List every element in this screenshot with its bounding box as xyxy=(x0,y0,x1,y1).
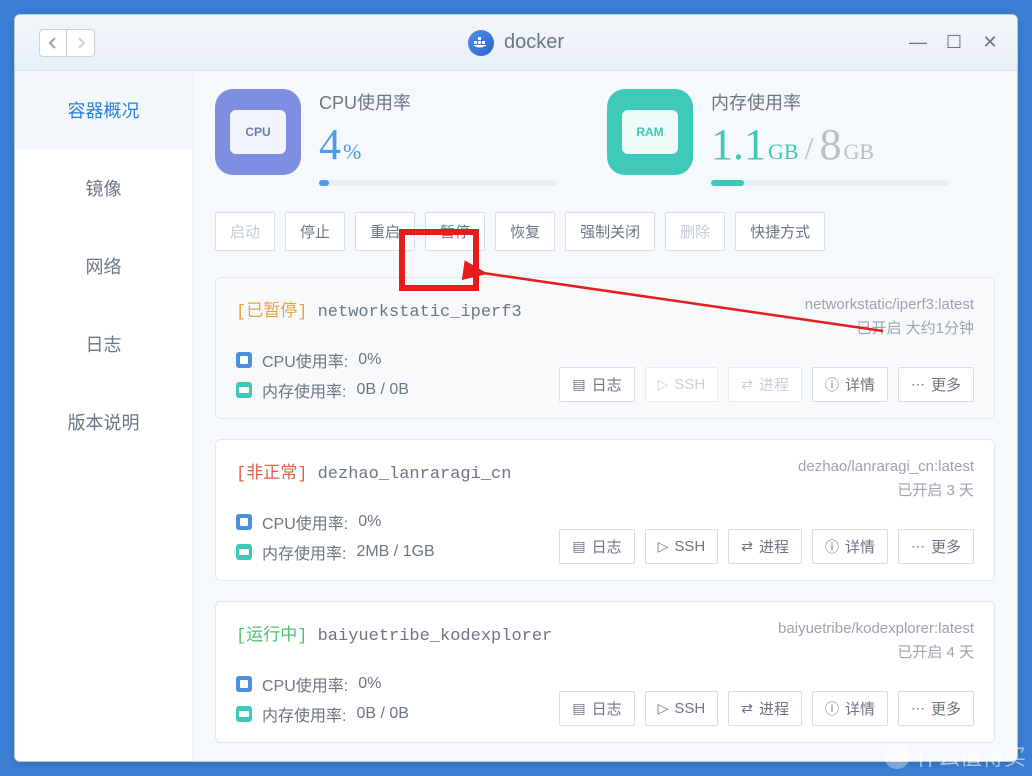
ssh-icon: ▷ xyxy=(658,700,669,717)
proc-icon: ⇄ xyxy=(741,538,753,555)
ram-value: 1.1GB / 8GB xyxy=(711,119,949,170)
ram-chip-icon: RAM xyxy=(607,89,693,175)
log-icon: ▤ xyxy=(572,376,585,393)
action-detail-button[interactable]: ⓘ详情 xyxy=(812,529,888,564)
container-uptime: 已开启 3 天 xyxy=(798,479,974,500)
sidebar-item-4[interactable]: 版本说明 xyxy=(15,383,192,461)
toolbar-btn-7[interactable]: 快捷方式 xyxy=(735,212,825,251)
log-icon: ▤ xyxy=(572,700,585,717)
action-log-button[interactable]: ▤日志 xyxy=(559,367,634,402)
card-actions: ▤日志 ▷SSH ⇄进程 ⓘ详情 ⋯更多 xyxy=(559,691,974,726)
docker-icon xyxy=(468,30,494,56)
detail-icon: ⓘ xyxy=(825,375,839,395)
card-actions: ▤日志 ▷SSH ⇄进程 ⓘ详情 ⋯更多 xyxy=(559,529,974,564)
cpu-value: 4% xyxy=(319,119,557,170)
action-more-button[interactable]: ⋯更多 xyxy=(898,529,974,564)
action-detail-button[interactable]: ⓘ详情 xyxy=(812,367,888,402)
memory-icon xyxy=(236,544,252,560)
action-ssh-button: ▷SSH xyxy=(645,367,719,402)
title-text: docker xyxy=(504,31,564,54)
watermark-icon: 值 xyxy=(884,743,910,769)
cpu-icon xyxy=(236,514,252,530)
container-uptime: 已开启 4 天 xyxy=(778,641,974,662)
close-button[interactable]: ✕ xyxy=(981,32,999,53)
nav-arrows xyxy=(39,29,95,57)
toolbar-btn-0: 启动 xyxy=(215,212,275,251)
maximize-button[interactable]: ☐ xyxy=(945,32,963,53)
toolbar-btn-3[interactable]: 暂停 xyxy=(425,212,485,251)
nav-forward-button[interactable] xyxy=(67,29,95,57)
action-ssh-button[interactable]: ▷SSH xyxy=(645,529,719,564)
cpu-icon xyxy=(236,352,252,368)
action-ssh-button[interactable]: ▷SSH xyxy=(645,691,719,726)
minimize-button[interactable]: — xyxy=(909,32,927,53)
proc-icon: ⇄ xyxy=(741,376,753,393)
proc-icon: ⇄ xyxy=(741,700,753,717)
sidebar-item-3[interactable]: 日志 xyxy=(15,305,192,383)
container-name: [已暂停] networkstatic_iperf3 xyxy=(236,296,522,322)
toolbar-btn-5[interactable]: 强制关闭 xyxy=(565,212,655,251)
card-actions: ▤日志 ▷SSH ⇄进程 ⓘ详情 ⋯更多 xyxy=(559,367,974,402)
action-more-button[interactable]: ⋯更多 xyxy=(898,691,974,726)
nav-back-button[interactable] xyxy=(39,29,67,57)
action-proc-button[interactable]: ⇄进程 xyxy=(728,691,802,726)
container-card[interactable]: [运行中] baiyuetribe_kodexplorer baiyuetribe… xyxy=(215,601,995,743)
cpu-stat: CPU CPU使用率 4% xyxy=(215,89,557,186)
container-card[interactable]: [非正常] dezhao_lanraragi_cn dezhao/lanrarag… xyxy=(215,439,995,581)
sidebar-item-1[interactable]: 镜像 xyxy=(15,149,192,227)
action-toolbar: 启动停止重启暂停恢复强制关闭删除快捷方式 xyxy=(215,212,995,251)
toolbar-btn-2[interactable]: 重启 xyxy=(355,212,415,251)
container-name: [非正常] dezhao_lanraragi_cn xyxy=(236,458,511,484)
window-controls: — ☐ ✕ xyxy=(909,32,999,53)
ram-stat: RAM 内存使用率 1.1GB / 8GB xyxy=(607,89,949,186)
cpu-bar xyxy=(319,180,557,186)
status-tag: [非正常] xyxy=(236,465,307,484)
app-window: docker — ☐ ✕ 容器概况镜像网络日志版本说明 CPU CPU使用率 4… xyxy=(14,14,1018,762)
ssh-icon: ▷ xyxy=(658,376,669,393)
ram-label: 内存使用率 xyxy=(711,89,949,115)
container-image: networkstatic/iperf3:latest xyxy=(805,296,974,313)
ram-bar xyxy=(711,180,949,186)
chevron-left-icon xyxy=(48,37,58,49)
action-more-button[interactable]: ⋯更多 xyxy=(898,367,974,402)
titlebar: docker — ☐ ✕ xyxy=(15,15,1017,71)
action-log-button[interactable]: ▤日志 xyxy=(559,691,634,726)
watermark: 值 什么值得买 xyxy=(884,740,1026,772)
sidebar: 容器概况镜像网络日志版本说明 xyxy=(15,71,193,761)
more-icon: ⋯ xyxy=(911,700,925,717)
container-image: dezhao/lanraragi_cn:latest xyxy=(798,458,974,475)
cpu-chip-icon: CPU xyxy=(215,89,301,175)
action-proc-button[interactable]: ⇄进程 xyxy=(728,529,802,564)
detail-icon: ⓘ xyxy=(825,699,839,719)
container-image: baiyuetribe/kodexplorer:latest xyxy=(778,620,974,637)
ssh-icon: ▷ xyxy=(658,538,669,555)
log-icon: ▤ xyxy=(572,538,585,555)
cpu-icon xyxy=(236,676,252,692)
stats-row: CPU CPU使用率 4% RAM 内存使用率 xyxy=(215,89,995,186)
container-card[interactable]: [已暂停] networkstatic_iperf3 networkstatic/… xyxy=(215,277,995,419)
memory-icon xyxy=(236,706,252,722)
container-uptime: 已开启 大约1分钟 xyxy=(805,317,974,338)
detail-icon: ⓘ xyxy=(825,537,839,557)
chevron-right-icon xyxy=(76,37,86,49)
toolbar-btn-6: 删除 xyxy=(665,212,725,251)
status-tag: [已暂停] xyxy=(236,303,307,322)
container-name: [运行中] baiyuetribe_kodexplorer xyxy=(236,620,552,646)
sidebar-item-2[interactable]: 网络 xyxy=(15,227,192,305)
cpu-label: CPU使用率 xyxy=(319,89,557,115)
toolbar-btn-4[interactable]: 恢复 xyxy=(495,212,555,251)
action-proc-button: ⇄进程 xyxy=(728,367,802,402)
status-tag: [运行中] xyxy=(236,627,307,646)
sidebar-item-0[interactable]: 容器概况 xyxy=(15,71,192,149)
toolbar-btn-1[interactable]: 停止 xyxy=(285,212,345,251)
action-detail-button[interactable]: ⓘ详情 xyxy=(812,691,888,726)
more-icon: ⋯ xyxy=(911,376,925,393)
more-icon: ⋯ xyxy=(911,538,925,555)
action-log-button[interactable]: ▤日志 xyxy=(559,529,634,564)
window-title: docker xyxy=(15,30,1017,56)
memory-icon xyxy=(236,382,252,398)
main-content: CPU CPU使用率 4% RAM 内存使用率 xyxy=(193,71,1017,761)
